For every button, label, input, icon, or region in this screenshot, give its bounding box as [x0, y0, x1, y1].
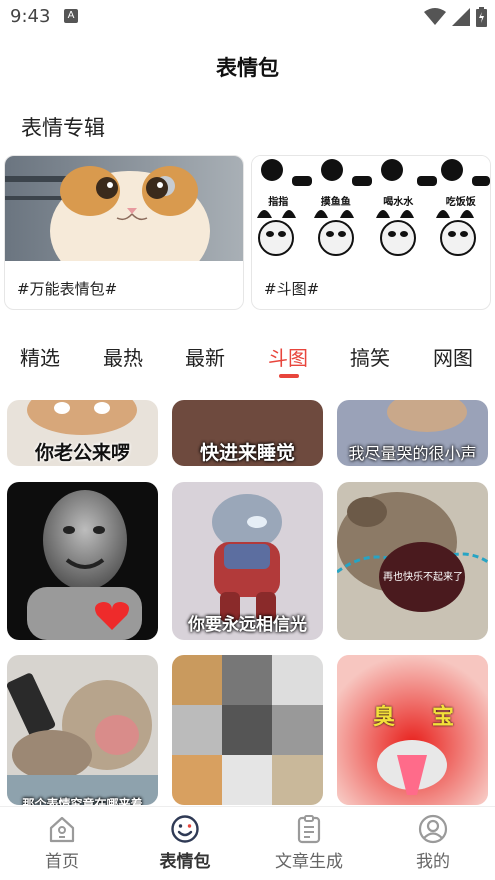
meme-tile[interactable]: 那个表情究竟在哪来着	[7, 655, 158, 805]
nav-label: 文章生成	[275, 852, 343, 872]
nav-label: 我的	[416, 852, 450, 872]
album-cover-cat	[5, 156, 243, 261]
meme-tile[interactable]: 你老公来啰	[7, 400, 158, 466]
tab-doutu[interactable]: 斗图	[268, 342, 308, 371]
meme-tile[interactable]	[7, 482, 158, 640]
nav-profile[interactable]: 我的	[378, 813, 488, 872]
battery-icon	[476, 7, 487, 27]
smile-icon	[171, 815, 199, 843]
meme-bubble-text: 再也快乐不起来了	[383, 572, 463, 583]
nav-article-gen[interactable]: 文章生成	[254, 813, 364, 872]
nav-memes[interactable]: 表情包	[130, 813, 240, 872]
panda-captions: 指指 摸鱼鱼 喝水水 吃饭饭	[252, 193, 490, 208]
section-title-albums: 表情专辑	[21, 116, 105, 140]
meme-caption: 我尽量哭的很小声	[348, 444, 477, 463]
meme-tile[interactable]: 再也快乐不起来了	[337, 482, 488, 640]
panda-caption: 吃饭饭	[445, 197, 476, 208]
meme-tile[interactable]	[172, 655, 323, 805]
tab-funny[interactable]: 搞笑	[350, 342, 390, 371]
meme-tile[interactable]: 快进来睡觉	[172, 400, 323, 466]
panda-caption: 摸鱼鱼	[320, 197, 351, 208]
nav-label: 表情包	[159, 852, 211, 872]
meme-big-char: 臭	[373, 705, 396, 730]
page-title: 表情包	[216, 56, 279, 80]
status-time: 9:43	[10, 6, 51, 27]
album-card-universal[interactable]: #万能表情包#	[4, 155, 244, 310]
album-label: #万能表情包#	[17, 280, 118, 298]
status-icons	[424, 7, 487, 27]
meme-caption: 那个表情究竟在哪来着	[22, 797, 143, 805]
tab-web-images[interactable]: 网图	[433, 342, 473, 371]
panda-caption: 指指	[268, 197, 289, 208]
profile-icon	[418, 814, 448, 844]
home-icon	[49, 816, 75, 843]
meme-caption: 快进来睡觉	[199, 442, 295, 464]
album-cover-panda: 指指 摸鱼鱼 喝水水 吃饭饭	[252, 156, 490, 261]
wifi-icon	[424, 8, 446, 25]
panda-caption: 喝水水	[383, 197, 414, 208]
bottom-nav: 首页 表情包 文章生成 我的	[0, 806, 495, 880]
category-tabs: 精选 最热 最新 斗图 搞笑 网图	[0, 338, 495, 378]
meme-tile[interactable]: 臭 宝	[337, 655, 488, 805]
tab-featured[interactable]: 精选	[20, 342, 60, 371]
album-label: #斗图#	[264, 280, 320, 298]
notification-icon: A	[64, 9, 78, 23]
nav-label: 首页	[45, 852, 79, 872]
tab-newest[interactable]: 最新	[185, 342, 225, 371]
nav-home[interactable]: 首页	[7, 813, 117, 872]
tab-hottest[interactable]: 最热	[103, 342, 143, 371]
meme-tile[interactable]: 你要永远相信光	[172, 482, 323, 640]
active-tab-indicator	[279, 374, 299, 378]
meme-tile[interactable]: 我尽量哭的很小声	[337, 400, 488, 466]
status-bar: 9:43 A	[0, 0, 495, 34]
meme-caption: 你老公来啰	[34, 442, 130, 464]
signal-icon	[452, 8, 470, 26]
document-icon	[297, 815, 321, 844]
meme-big-char: 宝	[432, 705, 455, 730]
meme-caption: 你要永远相信光	[188, 615, 307, 635]
album-card-doutu[interactable]: 指指 摸鱼鱼 喝水水 吃饭饭 #斗图#	[251, 155, 491, 310]
